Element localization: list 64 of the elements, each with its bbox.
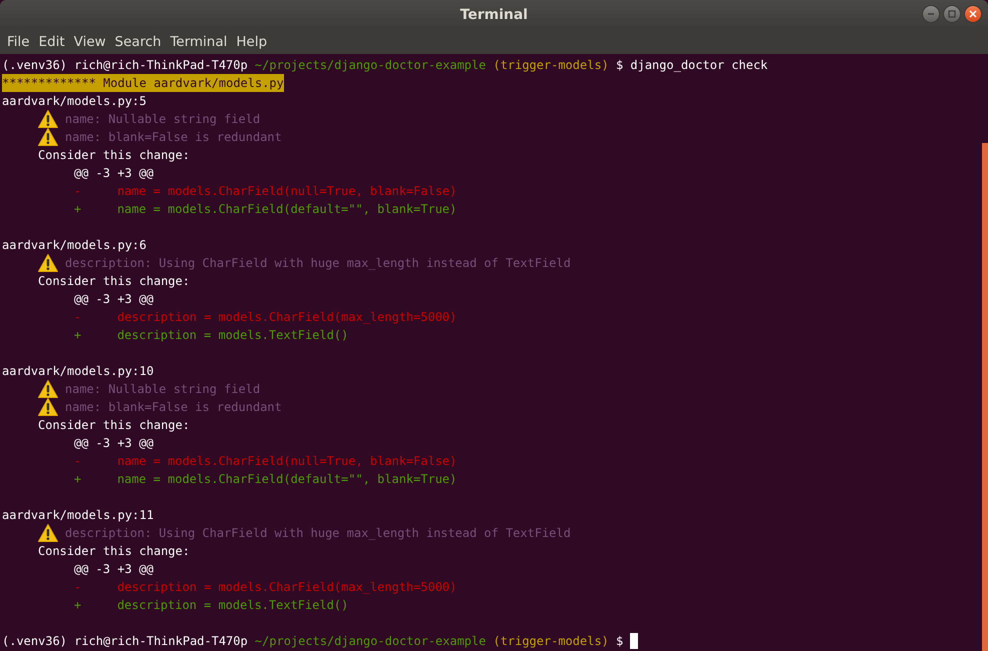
prompt-user-host: rich@rich-ThinkPad-T470p	[74, 633, 248, 650]
diff-marker: +	[74, 471, 82, 488]
warning-icon	[38, 380, 58, 398]
prompt-user-host: rich@rich-ThinkPad-T470p	[74, 57, 248, 74]
diff-marker: -	[74, 309, 82, 326]
warning-icon	[38, 398, 58, 416]
file-location: aardvark/models.py:11	[2, 507, 154, 524]
added-code-line: description = models.TextField()	[117, 327, 348, 344]
prompt-path: ~/projects/django-doctor-example	[254, 633, 486, 650]
diff-hunk-header: @@ -3 +3 @@	[74, 435, 154, 452]
removed-code-line: description = models.CharField(max_length=5000)	[117, 579, 457, 596]
suggestion-heading: Consider this change:	[38, 543, 190, 560]
suggestion-heading: Consider this change:	[38, 417, 190, 434]
diff-marker: +	[74, 201, 82, 218]
warning-icon	[38, 524, 58, 542]
diff-hunk-header: @@ -3 +3 @@	[74, 291, 154, 308]
suggestion-heading: Consider this change:	[38, 147, 190, 164]
git-branch: (trigger-models)	[493, 633, 609, 650]
diff-marker: -	[74, 579, 82, 596]
removed-code-line: name = models.CharField(null=True, blank=False)	[117, 453, 457, 470]
diff-hunk-header: @@ -3 +3 @@	[74, 165, 154, 182]
warning-message: description: Using CharField with huge max_length instead of TextField	[65, 255, 571, 272]
scrollbar-thumb[interactable]	[982, 143, 988, 651]
added-code-line: name = models.CharField(default="", blank=True)	[117, 201, 457, 218]
diff-marker: +	[74, 327, 82, 344]
file-location: aardvark/models.py:6	[2, 237, 146, 254]
removed-code-line: name = models.CharField(null=True, blank=False)	[117, 183, 457, 200]
warning-message: name: blank=False is redundant	[65, 129, 282, 146]
prompt-venv: (.venv36)	[2, 57, 68, 74]
warning-icon	[38, 110, 58, 128]
diff-hunk-header: @@ -3 +3 @@	[74, 561, 154, 578]
menu-item[interactable]: Edit	[34, 34, 69, 50]
removed-code-line: description = models.CharField(max_length=5000)	[117, 309, 457, 326]
file-location: aardvark/models.py:10	[2, 363, 154, 380]
file-location: aardvark/models.py:5	[2, 93, 146, 110]
close-icon	[969, 10, 977, 18]
diff-marker: +	[74, 597, 82, 614]
diff-marker: -	[74, 453, 82, 470]
warning-message: name: Nullable string field	[65, 381, 260, 398]
warning-icon	[38, 254, 58, 272]
command-text: django_doctor check	[630, 57, 768, 74]
prompt-symbol: $	[616, 57, 624, 74]
maximize-icon	[948, 10, 956, 18]
warning-message: name: blank=False is redundant	[65, 399, 282, 416]
diff-marker: -	[74, 183, 82, 200]
suggestion-heading: Consider this change:	[38, 273, 190, 290]
menu-item[interactable]: Terminal	[166, 34, 232, 50]
prompt-symbol: $	[616, 633, 624, 650]
menu-item[interactable]: File	[3, 34, 34, 50]
added-code-line: name = models.CharField(default="", blank=True)	[117, 471, 457, 488]
module-banner: ************* Module aardvark/models.py	[2, 74, 284, 92]
close-button[interactable]	[964, 5, 982, 23]
git-branch: (trigger-models)	[493, 57, 609, 74]
menu-item[interactable]: Search	[110, 34, 166, 50]
warning-message: description: Using CharField with huge max_length instead of TextField	[65, 525, 571, 542]
window-title: Terminal	[460, 7, 528, 23]
added-code-line: description = models.TextField()	[117, 597, 348, 614]
menu-item[interactable]: View	[70, 34, 110, 50]
minimize-button[interactable]	[922, 5, 940, 23]
warning-message: name: Nullable string field	[65, 111, 260, 128]
warning-icon	[38, 128, 58, 146]
menu-item[interactable]: Help	[232, 34, 272, 50]
prompt-venv: (.venv36)	[2, 633, 68, 650]
prompt-path: ~/projects/django-doctor-example	[254, 57, 486, 74]
